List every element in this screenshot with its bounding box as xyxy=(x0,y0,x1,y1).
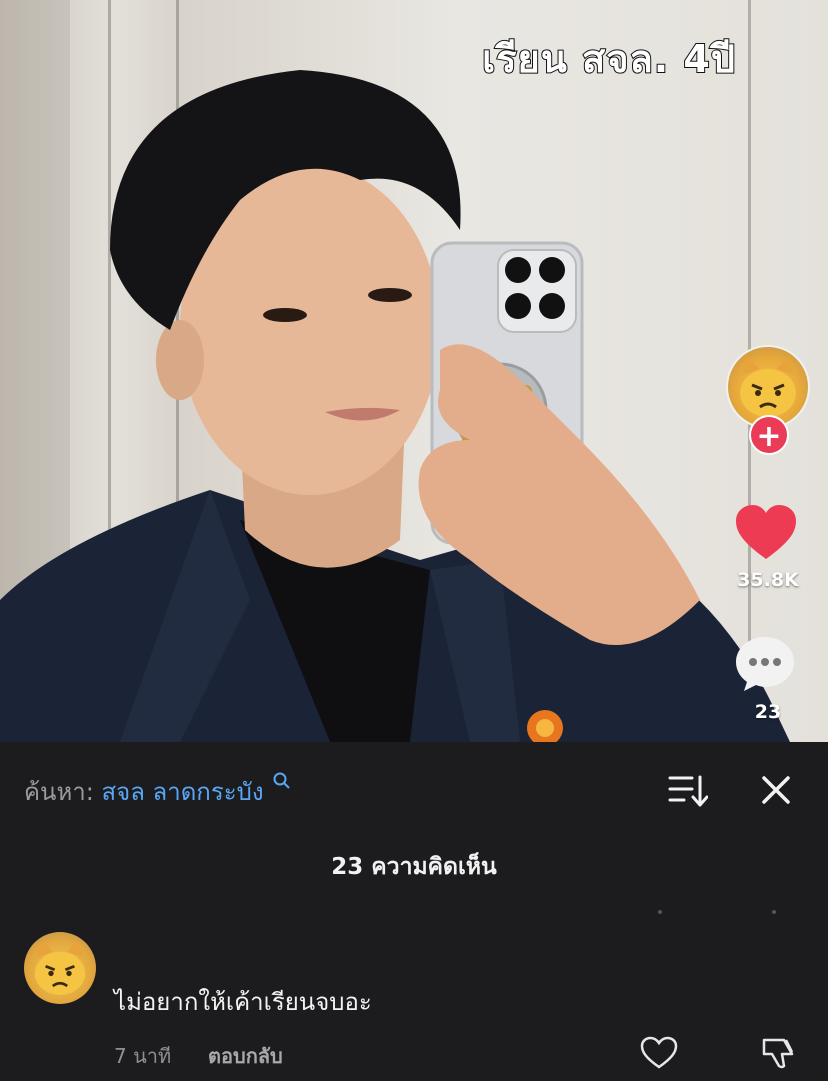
video-overlay-caption: เรียน สจล. 4ปี xyxy=(481,36,736,82)
dislike-icon[interactable] xyxy=(760,1036,798,1070)
comment-count: 23 xyxy=(754,701,782,723)
search-suggestion[interactable]: ค้นหา: สจล ลาดกระบัง xyxy=(24,772,291,811)
close-icon[interactable] xyxy=(758,772,794,808)
reply-button[interactable]: ตอบกลับ xyxy=(208,1040,283,1072)
video-frame-illustration xyxy=(0,70,790,742)
search-prefix-label: ค้นหา: xyxy=(24,778,94,806)
divider-dot xyxy=(656,900,666,914)
video-player[interactable]: เรียน สจล. 4ปี + 35.8K 23 xyxy=(0,0,828,742)
comments-count-title: 23 ความคิดเห็น xyxy=(331,854,497,880)
search-term-link[interactable]: สจล ลาดกระบัง xyxy=(101,778,263,806)
sort-icon[interactable] xyxy=(668,774,708,808)
commenter-avatar[interactable] xyxy=(24,932,96,1004)
comment-text: ไม่อยากให้เค้าเรียนจบอะ xyxy=(114,988,372,1016)
comment-item: ไม่อยากให้เค้าเรียนจบอะ 7 นาที ตอบกลับ xyxy=(24,932,804,1072)
like-count: 35.8K xyxy=(737,569,799,591)
comment-like-icon[interactable] xyxy=(640,1036,678,1070)
divider-dot xyxy=(770,900,780,914)
comment-timestamp: 7 นาที xyxy=(114,1044,172,1068)
heart-icon[interactable] xyxy=(734,503,798,561)
angry-cat-emoji-icon xyxy=(34,941,86,995)
comment-bubble-icon[interactable] xyxy=(734,635,796,693)
comments-sheet: ค้นหา: สจล ลาดกระบัง 23 ความคิดเห็น ไม่อ… xyxy=(0,742,828,1081)
follow-plus-icon[interactable]: + xyxy=(749,415,789,455)
search-icon xyxy=(273,772,290,789)
